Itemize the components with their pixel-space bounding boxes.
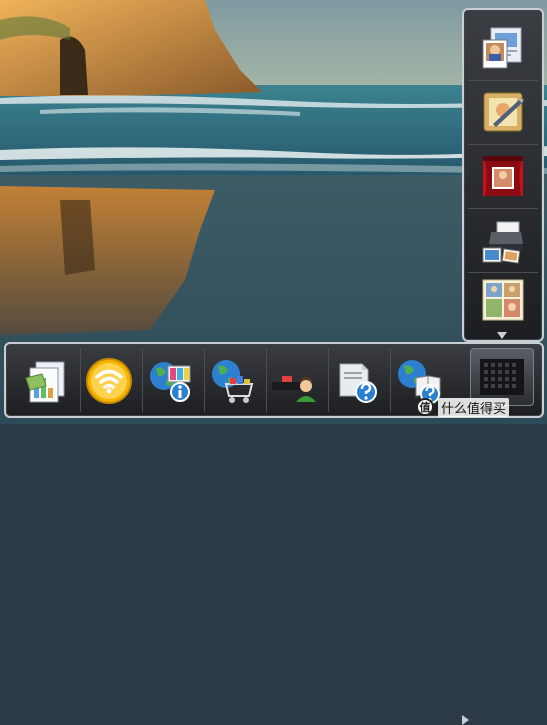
tray-divider (468, 208, 538, 209)
documents-chart-icon (25, 361, 65, 403)
dock-divider (204, 348, 205, 412)
document-help-tile[interactable] (330, 354, 384, 408)
photo-printer-icon (482, 221, 523, 264)
document-help-icon (339, 363, 377, 403)
photo-edit-tile[interactable] (475, 86, 531, 138)
wireless-connection-icon (86, 358, 132, 404)
photo-edit-icon (483, 92, 524, 132)
dock-divider (390, 348, 391, 412)
collage-tile[interactable] (475, 274, 531, 326)
watermark-badge: 值 (416, 398, 434, 416)
web-shop-tile[interactable] (206, 354, 260, 408)
tray-divider (468, 144, 538, 145)
triangle-right-icon[interactable] (462, 715, 469, 725)
dock-divider (266, 348, 267, 412)
app-grid-icon (480, 359, 524, 395)
slideshow-theater-icon (483, 156, 523, 196)
printer-account-tile[interactable] (268, 354, 322, 408)
tray-divider (468, 272, 538, 273)
photo-tray-panel (462, 8, 544, 342)
photo-album-icon (482, 27, 522, 69)
globe-info-icon (150, 362, 191, 402)
triangle-down-icon[interactable] (497, 332, 507, 339)
tray-divider (468, 80, 538, 81)
globe-shopping-cart-icon (212, 360, 254, 403)
web-info-tile[interactable] (144, 354, 198, 408)
dock-divider (142, 348, 143, 412)
documents-tile[interactable] (20, 354, 74, 408)
wireless-tile[interactable] (82, 354, 136, 408)
photo-album-tile[interactable] (475, 22, 531, 74)
printer-user-icon (272, 370, 316, 402)
photo-print-tile[interactable] (475, 214, 531, 266)
watermark-text: 什么值得买 (438, 397, 510, 417)
site-watermark: 值 什么值得买 (416, 396, 510, 418)
slideshow-tile[interactable] (475, 150, 531, 202)
dock-divider (328, 348, 329, 412)
dock-divider (80, 348, 81, 412)
collage-layout-icon (482, 279, 524, 321)
